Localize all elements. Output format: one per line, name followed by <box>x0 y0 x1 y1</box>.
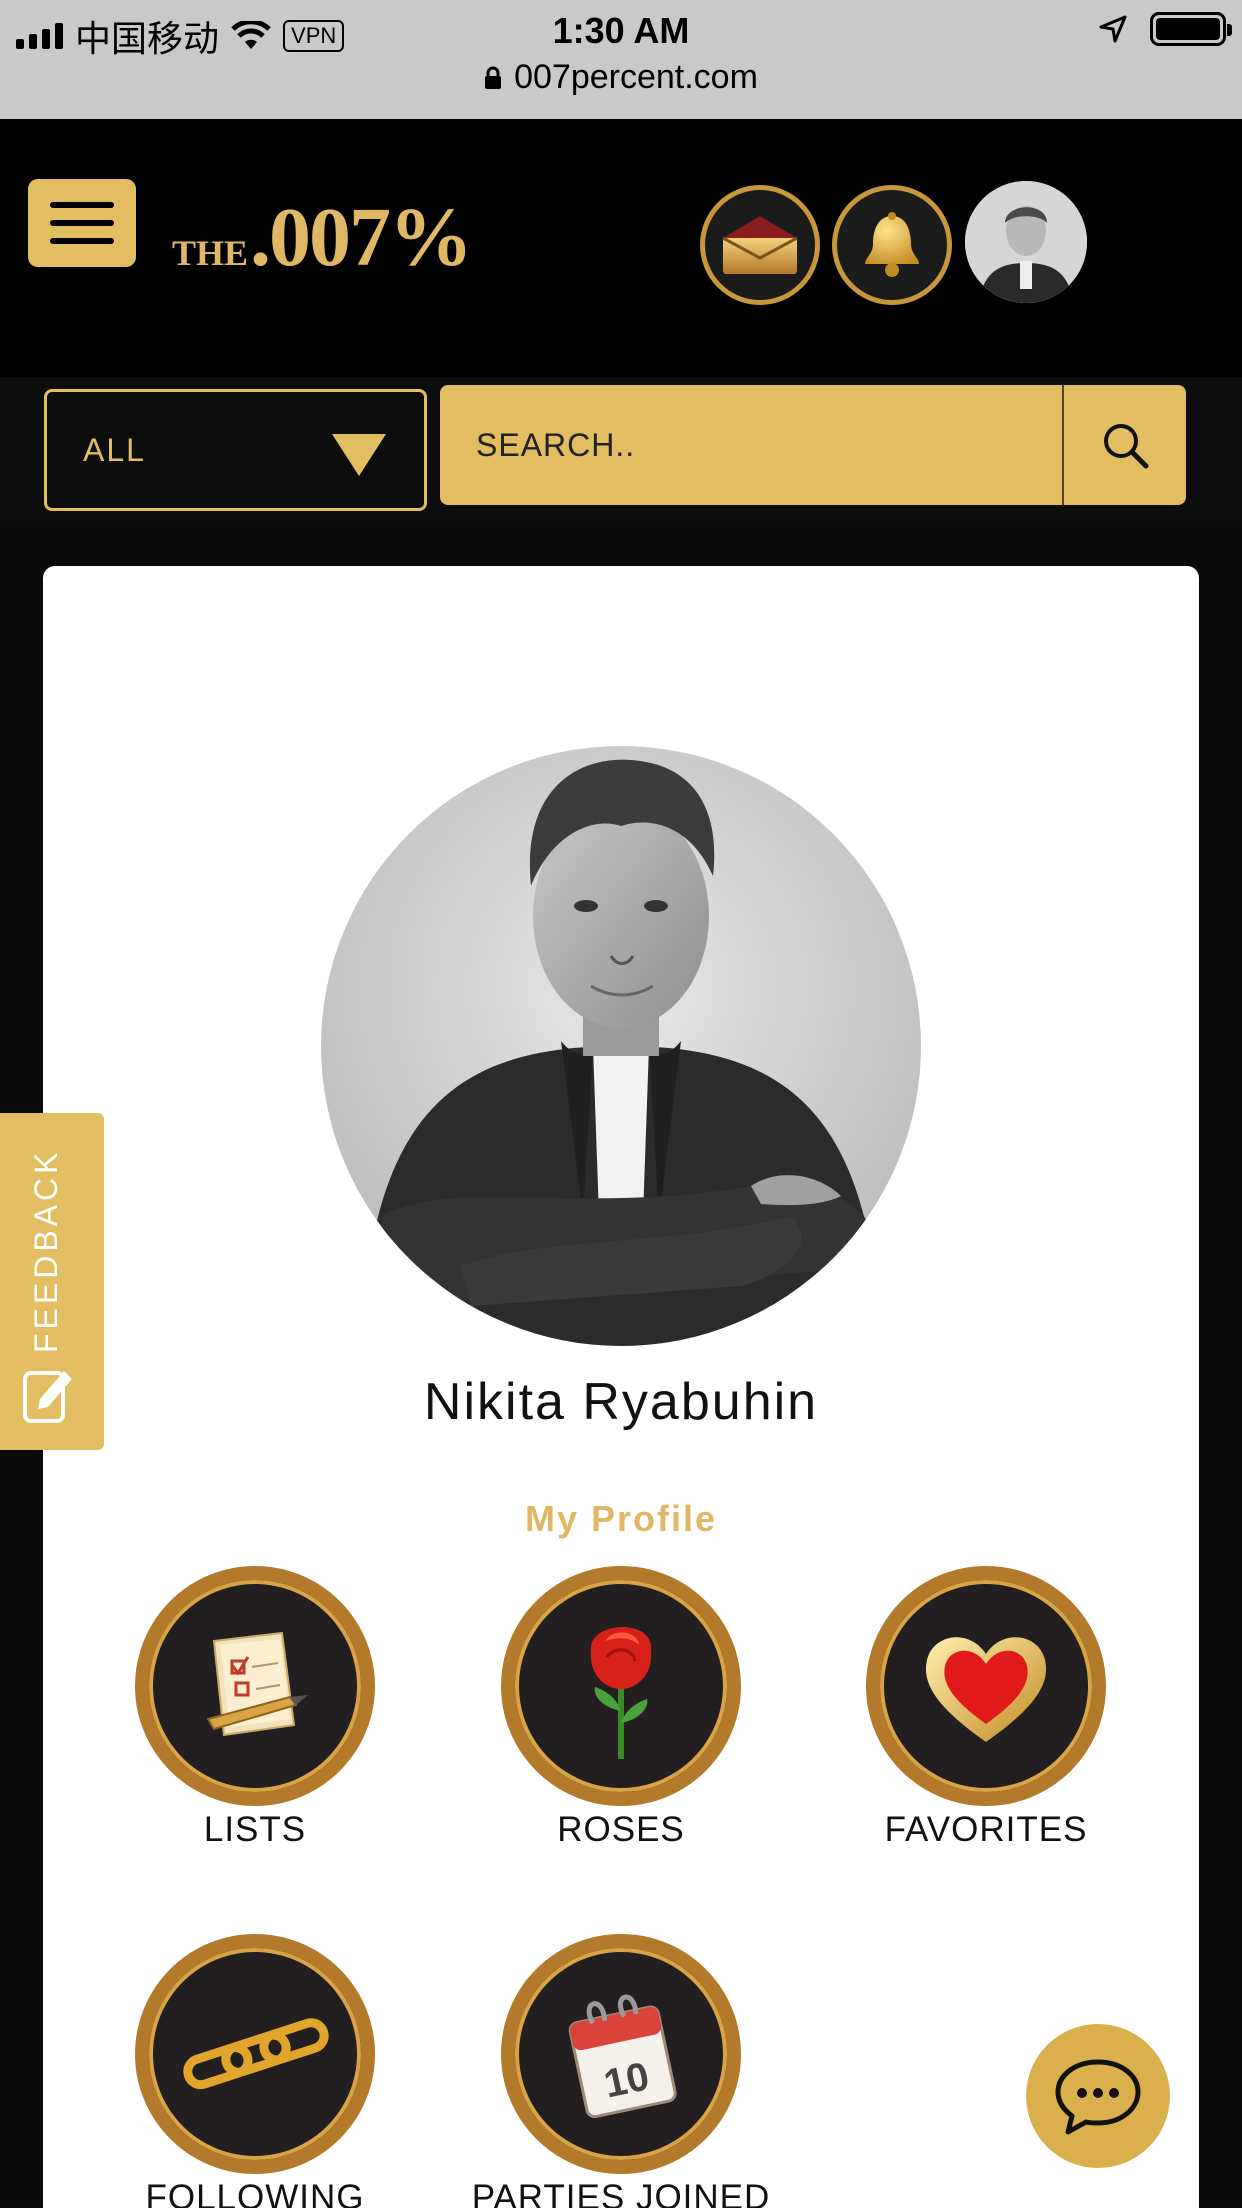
edit-icon <box>23 1371 72 1423</box>
envelope-icon <box>722 216 798 274</box>
feedback-tab[interactable]: FEEDBACK <box>0 1113 104 1450</box>
bell-icon <box>865 212 919 277</box>
site-logo[interactable]: THE .007% <box>172 189 473 286</box>
section-title: My Profile <box>524 1498 718 1539</box>
logo-prefix: THE <box>172 233 249 273</box>
calendar-icon: 10 <box>568 1994 677 2119</box>
profile-name: Nikita Ryabuhin <box>423 1373 819 1431</box>
search-icon <box>1104 424 1149 469</box>
tile-label: PARTIES JOINED <box>471 2178 771 2208</box>
tile-favorites[interactable]: FAVORITES <box>836 1566 1136 1850</box>
status-bar: 中国移动 VPN 1:30 AM 007percent.com <box>0 0 1242 119</box>
status-right <box>1098 12 1232 46</box>
tile-label: FOLLOWING <box>145 2178 365 2208</box>
user-avatar[interactable] <box>965 181 1087 303</box>
clock: 1:30 AM <box>552 10 690 51</box>
rose-icon <box>590 1626 652 1759</box>
chat-button[interactable] <box>1026 2024 1170 2168</box>
heart-icon <box>925 1637 1047 1742</box>
caret-down-icon <box>332 434 386 476</box>
calendar-day: 10 <box>600 2054 653 2106</box>
chat-bubble-icon <box>1055 2059 1141 2135</box>
tile-parties-joined[interactable]: 10 PARTIES JOINED <box>471 1934 771 2208</box>
battery-icon <box>1150 12 1232 46</box>
filter-selected-value: ALL <box>83 431 146 468</box>
hamburger-menu-button[interactable] <box>28 179 136 267</box>
search-bar <box>440 385 1186 505</box>
tile-ring <box>135 1934 375 2174</box>
tile-ring <box>866 1566 1106 1806</box>
logo-main: .007% <box>250 191 473 284</box>
messages-button[interactable] <box>700 185 820 305</box>
list-icon <box>206 1631 308 1737</box>
feedback-label: FEEDBACK <box>28 1148 64 1353</box>
tile-roses[interactable]: ROSES <box>471 1566 771 1850</box>
profile-card: Nikita Ryabuhin My Profile LISTS ROSES F… <box>43 566 1199 2208</box>
lock-icon <box>485 66 502 89</box>
search-input[interactable] <box>440 385 1062 505</box>
chain-link-icon <box>183 2018 329 2090</box>
tile-label: LISTS <box>203 1810 307 1849</box>
site-header: THE .007% <box>0 119 1242 377</box>
search-button[interactable] <box>1062 385 1186 505</box>
tile-following[interactable]: FOLLOWING <box>105 1934 405 2208</box>
location-arrow-icon <box>1099 15 1127 43</box>
tile-ring <box>501 1566 741 1806</box>
tile-label: FAVORITES <box>884 1810 1088 1849</box>
tile-lists[interactable]: LISTS <box>105 1566 405 1850</box>
url-text: 007percent.com <box>514 58 758 96</box>
tile-ring <box>135 1566 375 1806</box>
tile-label: ROSES <box>557 1810 685 1849</box>
url-bar[interactable]: 007percent.com <box>0 58 1242 97</box>
notifications-button[interactable] <box>832 185 952 305</box>
tile-ring: 10 <box>501 1934 741 2174</box>
search-row: ALL <box>0 377 1242 527</box>
profile-photo <box>321 746 921 1346</box>
category-filter-dropdown[interactable]: ALL <box>44 389 427 511</box>
